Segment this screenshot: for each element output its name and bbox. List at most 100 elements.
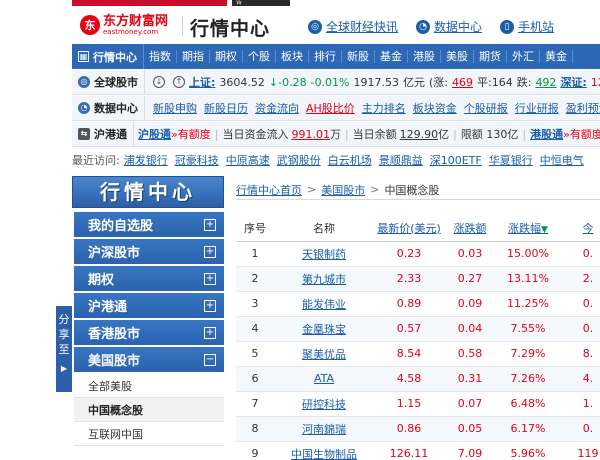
table-row[interactable]: 6 ATA 4.58 0.31 7.26% 4.	[236, 366, 600, 392]
data-link[interactable]: 新股日历	[204, 100, 248, 116]
data-link[interactable]: 个股研报	[464, 100, 508, 116]
recent-link[interactable]: 华夏银行	[489, 152, 533, 168]
main-nav-item[interactable]: 期指	[177, 50, 210, 63]
expand-icon[interactable]: +	[204, 245, 216, 258]
cell-stock-name[interactable]: 研控科技	[274, 391, 374, 417]
sh-index-label[interactable]: 上证:	[189, 74, 215, 90]
recent-link[interactable]: 浦发银行	[124, 152, 168, 168]
cell-stock-name[interactable]: 聚美优品	[274, 341, 374, 367]
recent-visits: 最近访问: 浦发银行 冠豪科技 中原高速 武钢股份 白云机场 景顺鼎益 深100…	[72, 150, 600, 170]
sidebar-subitem-internet-china[interactable]: 互联网中国	[74, 422, 224, 446]
breadcrumb-home[interactable]: 行情中心首页	[236, 182, 302, 198]
main-nav-item[interactable]: 板块	[276, 50, 309, 63]
col-header-change-pct[interactable]: 涨跌幅▼	[496, 215, 560, 242]
main-nav-lead[interactable]: ▦ 行情中心	[72, 44, 144, 69]
balance-value[interactable]: 129.90	[400, 128, 439, 141]
collapse-icon[interactable]: −	[204, 353, 216, 366]
global-markets-lead[interactable]: ◎ 全球股市	[72, 70, 145, 94]
recent-link[interactable]: 景顺鼎益	[379, 152, 423, 168]
inflow-value[interactable]: 991.01	[291, 128, 330, 141]
data-link-hot[interactable]: AH股比价	[306, 100, 355, 116]
data-center-label: 数据中心	[94, 102, 138, 115]
share-tab[interactable]: 分 享 至 ▶	[56, 306, 72, 392]
main-nav-item[interactable]: 排行	[309, 50, 342, 63]
data-link[interactable]: 行业研报	[515, 100, 559, 116]
recent-link[interactable]: 深100ETF	[430, 152, 482, 168]
cell-index: 9	[236, 441, 274, 460]
data-link[interactable]: 主力排名	[362, 100, 406, 116]
header-link-label: 手机站	[518, 20, 555, 34]
ggt-link[interactable]: 港股通	[530, 126, 563, 142]
sidebar-subitem-china-concept[interactable]: 中国概念股	[74, 398, 224, 422]
sidebar-item-hk-market[interactable]: 香港股市 +	[74, 320, 224, 345]
cell-stock-name[interactable]: 能发伟业	[274, 291, 374, 317]
recent-link[interactable]: 中原高速	[226, 152, 270, 168]
recent-link[interactable]: 武钢股份	[277, 152, 321, 168]
cell-stock-name[interactable]: 天银制药	[274, 241, 374, 267]
cell-stock-name[interactable]: 中国生物制品	[274, 441, 374, 460]
main-nav-item[interactable]: 外汇	[507, 50, 540, 63]
recent-link[interactable]: 冠豪科技	[175, 152, 219, 168]
col-header-change[interactable]: 涨跌额	[444, 215, 496, 242]
main-nav-item[interactable]: 基金	[375, 50, 408, 63]
sidebar-item-stock-connect[interactable]: 沪港通 +	[74, 293, 224, 318]
main-nav-item[interactable]: 黄金	[540, 50, 573, 63]
cell-price: 126.11	[374, 441, 444, 460]
stock-connect-lead[interactable]: ⇆ 沪港通	[72, 122, 134, 146]
col-header-price[interactable]: 最新价(美元)	[374, 215, 444, 242]
table-row[interactable]: 8 河南錦瑞 0.86 0.05 6.17% 0.	[236, 416, 600, 442]
expand-icon[interactable]: +	[204, 218, 216, 231]
hgt-link[interactable]: 沪股通	[138, 126, 171, 142]
expand-icon[interactable]: +	[204, 272, 216, 285]
cell-stock-name[interactable]: 河南錦瑞	[274, 416, 374, 442]
data-link[interactable]: 盈利预测	[566, 100, 600, 116]
header-link-label: 数据中心	[434, 20, 483, 34]
header-link-data-center[interactable]: ◔ 数据中心	[416, 18, 482, 35]
fall-count[interactable]: 492	[535, 76, 556, 89]
table-row[interactable]: 3 能发伟业 0.89 0.09 11.25% 0.	[236, 291, 600, 317]
main-nav-item[interactable]: 个股	[243, 50, 276, 63]
cell-stock-name[interactable]: 第九城市	[274, 266, 374, 292]
quote-table-container: 序号 名称 最新价(美元) 涨跌额 涨跌幅▼ 今 1 天银制药 0.23 0.03 15…	[236, 215, 600, 460]
header-link-mobile[interactable]: ▯ 手机站	[500, 18, 554, 35]
table-row[interactable]: 2 第九城市 2.33 0.27 13.11% 2.	[236, 266, 600, 292]
table-row[interactable]: 7 研控科技 1.15 0.07 6.48% 1.	[236, 391, 600, 417]
site-logo[interactable]: 东 东方财富网 eastmoney.com	[80, 12, 168, 38]
arrow-up-circle-icon[interactable]: ↑	[173, 76, 185, 88]
data-link[interactable]: 资金流向	[255, 100, 299, 116]
col-header-open[interactable]: 今	[560, 215, 600, 242]
cell-open: 119	[560, 441, 600, 460]
header-link-global-news[interactable]: ◎ 全球财经快讯	[308, 18, 398, 35]
rise-count[interactable]: 469	[452, 76, 473, 89]
main-nav-item[interactable]: 港股	[408, 50, 441, 63]
table-row[interactable]: 4 金凰珠宝 0.57 0.04 7.55% 0.	[236, 316, 600, 342]
data-link[interactable]: 板块资金	[413, 100, 457, 116]
breadcrumb-section[interactable]: 美国股市	[321, 182, 365, 198]
sidebar-item-watchlist[interactable]: 我的自选股 +	[74, 212, 224, 237]
sidebar-item-us-market[interactable]: 美国股市 −	[74, 347, 224, 372]
expand-icon[interactable]: +	[204, 326, 216, 339]
data-center-lead[interactable]: ◔ 数据中心	[72, 96, 145, 120]
cell-stock-name[interactable]: 金凰珠宝	[274, 316, 374, 342]
recent-link[interactable]: 中恒电气	[540, 152, 584, 168]
data-link[interactable]: 新股申购	[153, 100, 197, 116]
arrow-down-circle-icon[interactable]: ↓	[153, 76, 165, 88]
expand-icon[interactable]: +	[204, 299, 216, 312]
main-nav-item[interactable]: 指数	[144, 50, 177, 63]
table-row[interactable]: 1 天银制药 0.23 0.03 15.00% 0.	[236, 241, 600, 267]
sz-index-label[interactable]: 深证:	[560, 74, 586, 90]
sidebar: 我的自选股 + 沪深股市 + 期权 + 沪港通 + 香港股市 + 美国股市 − 全部美股 中…	[74, 212, 224, 446]
main-nav-item[interactable]: 美股	[441, 50, 474, 63]
sidebar-subitem-all-us[interactable]: 全部美股	[74, 374, 224, 398]
main-nav-item[interactable]: 期权	[210, 50, 243, 63]
main-nav-item[interactable]: 新股	[342, 50, 375, 63]
recent-link[interactable]: 白云机场	[328, 152, 372, 168]
table-row[interactable]: 9 中国生物制品 126.11 7.09 5.96% 119	[236, 441, 600, 460]
main-nav-item[interactable]: 期货	[474, 50, 507, 63]
table-row[interactable]: 5 聚美优品 8.54 0.58 7.29% 8.	[236, 341, 600, 367]
sidebar-item-a-shares[interactable]: 沪深股市 +	[74, 239, 224, 264]
logo-mark-icon: 东	[80, 15, 100, 35]
balance-unit: 亿	[438, 128, 450, 141]
sidebar-item-options[interactable]: 期权 +	[74, 266, 224, 291]
cell-stock-name[interactable]: ATA	[274, 366, 374, 392]
